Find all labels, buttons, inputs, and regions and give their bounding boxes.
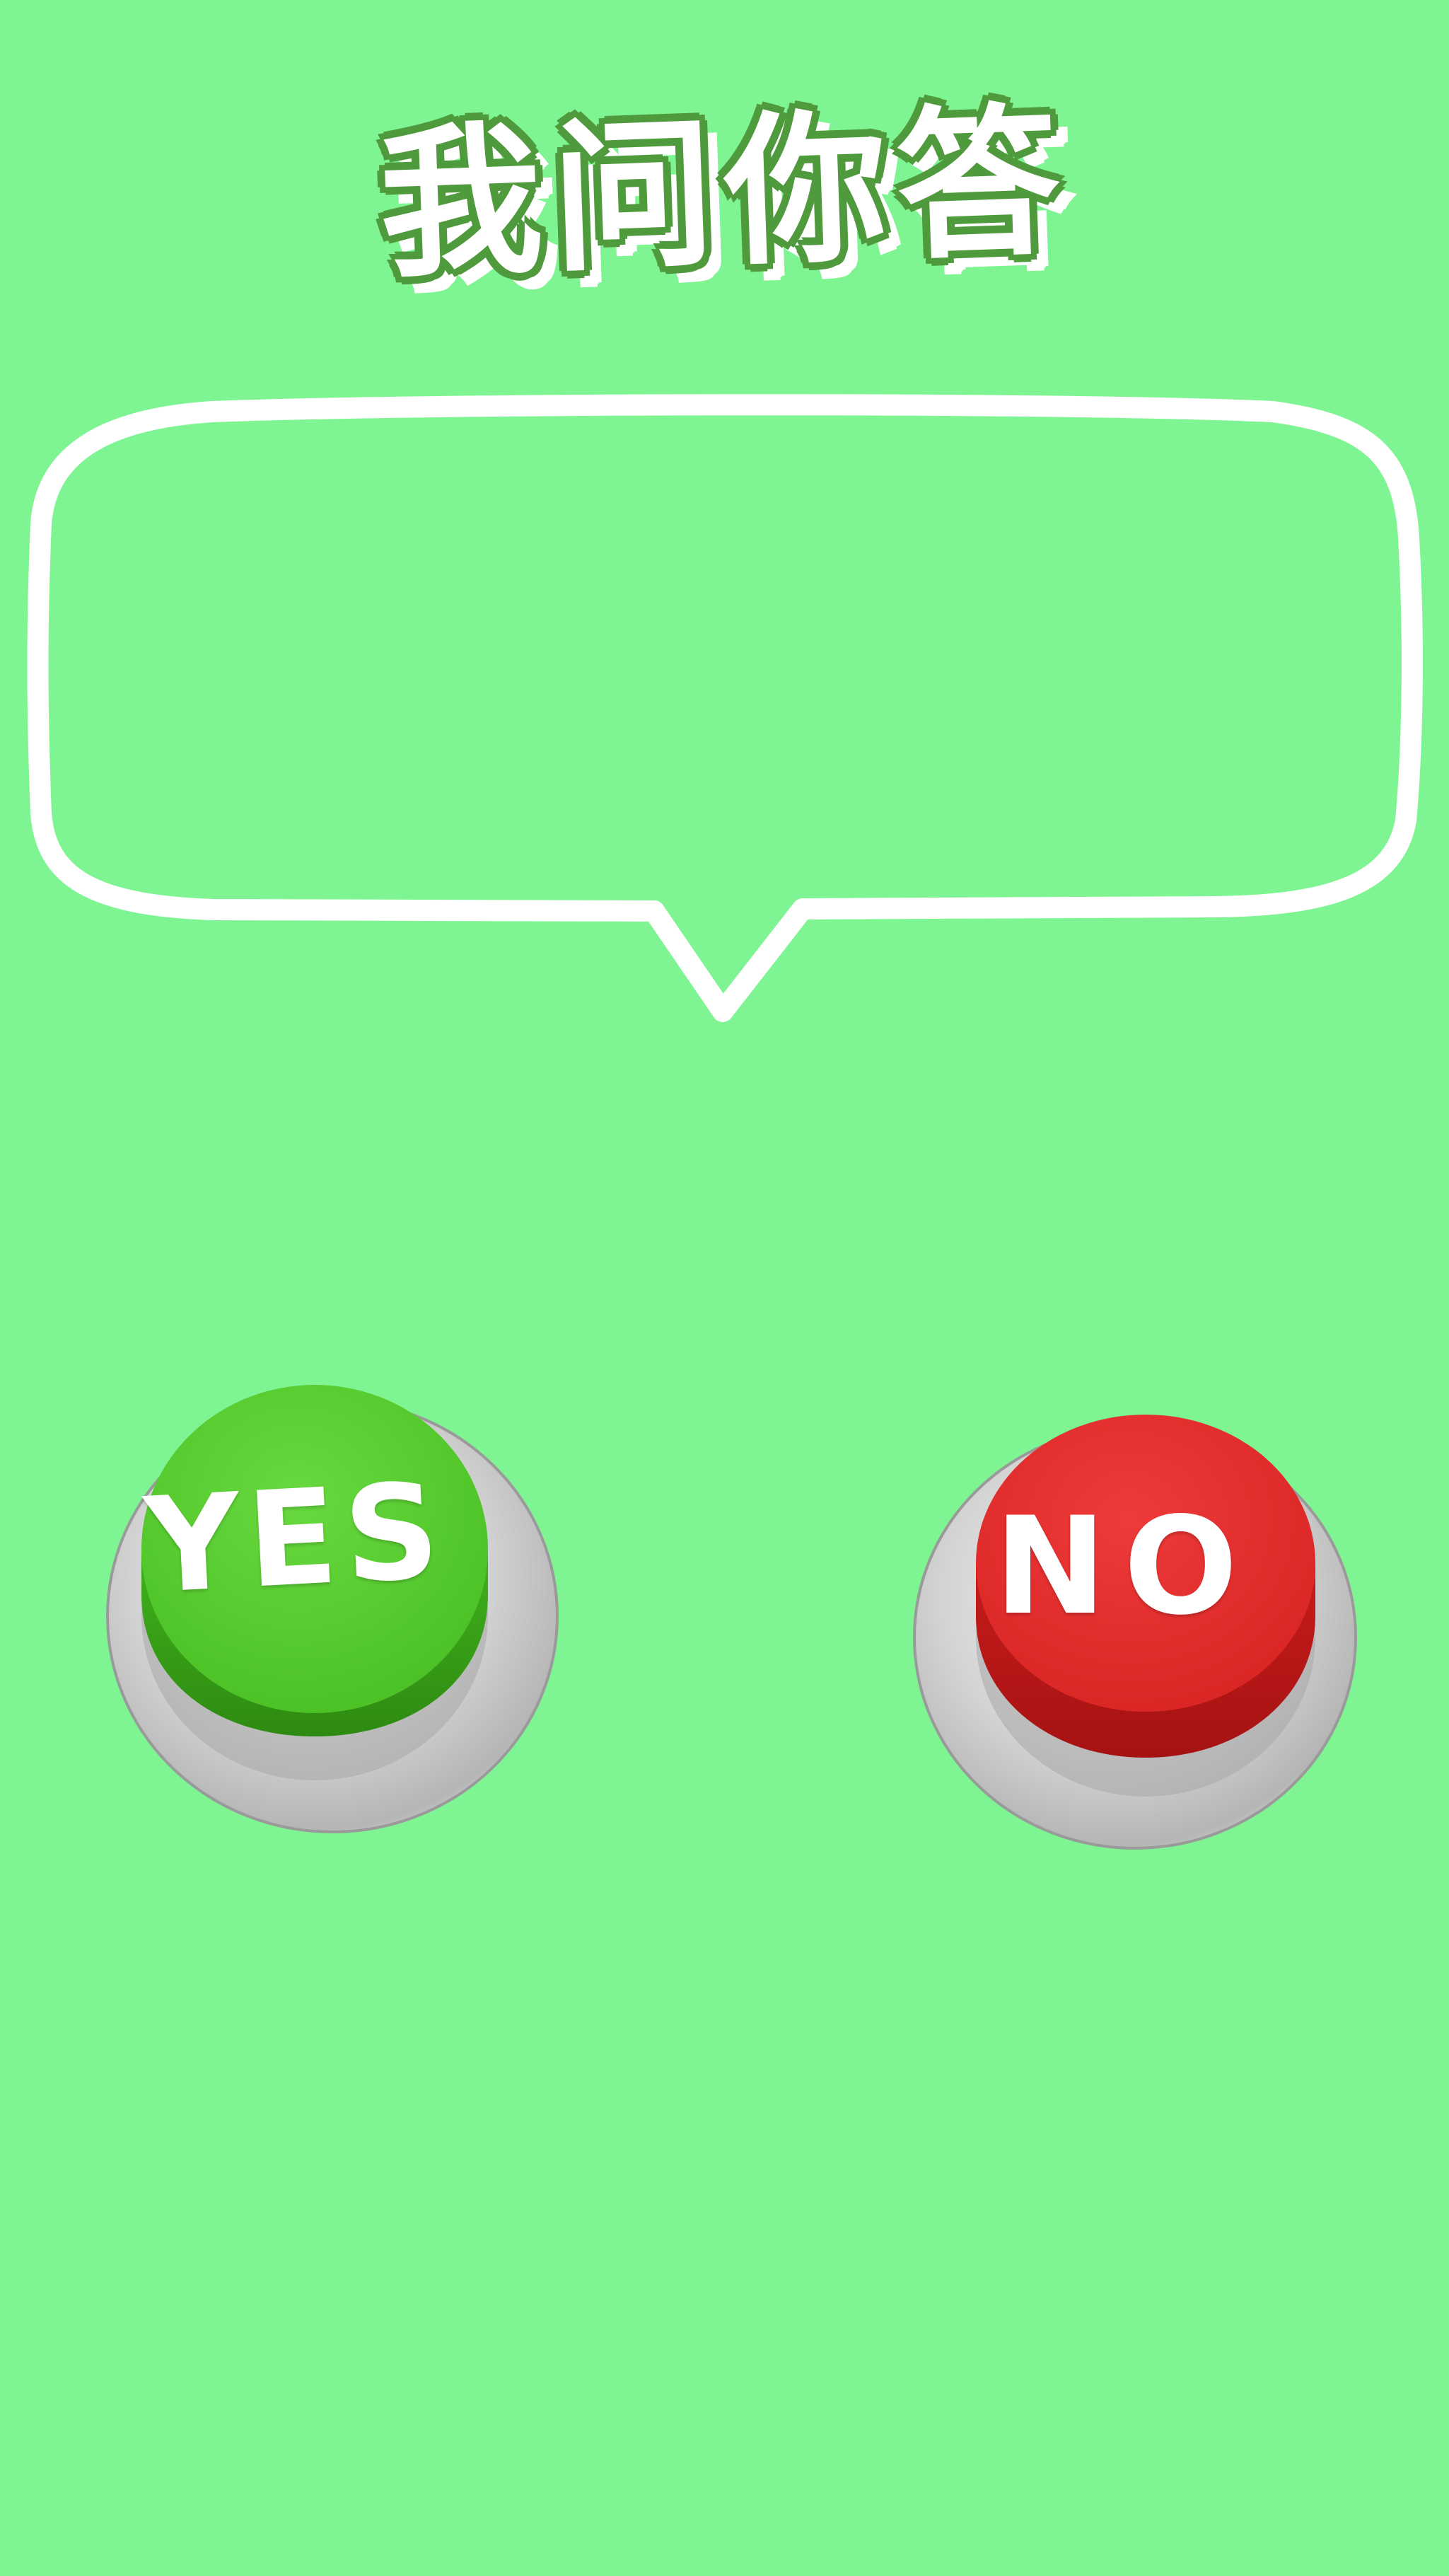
yes-button[interactable]: YES	[103, 1383, 562, 1835]
game-screen: 我问你答 YES NO	[0, 0, 1449, 2576]
yes-button-label: YES	[141, 1454, 450, 1623]
page-title: 我问你答	[376, 88, 1073, 301]
no-button[interactable]: NO	[912, 1415, 1365, 1857]
question-text	[85, 439, 1358, 835]
no-button-label: NO	[994, 1488, 1255, 1644]
